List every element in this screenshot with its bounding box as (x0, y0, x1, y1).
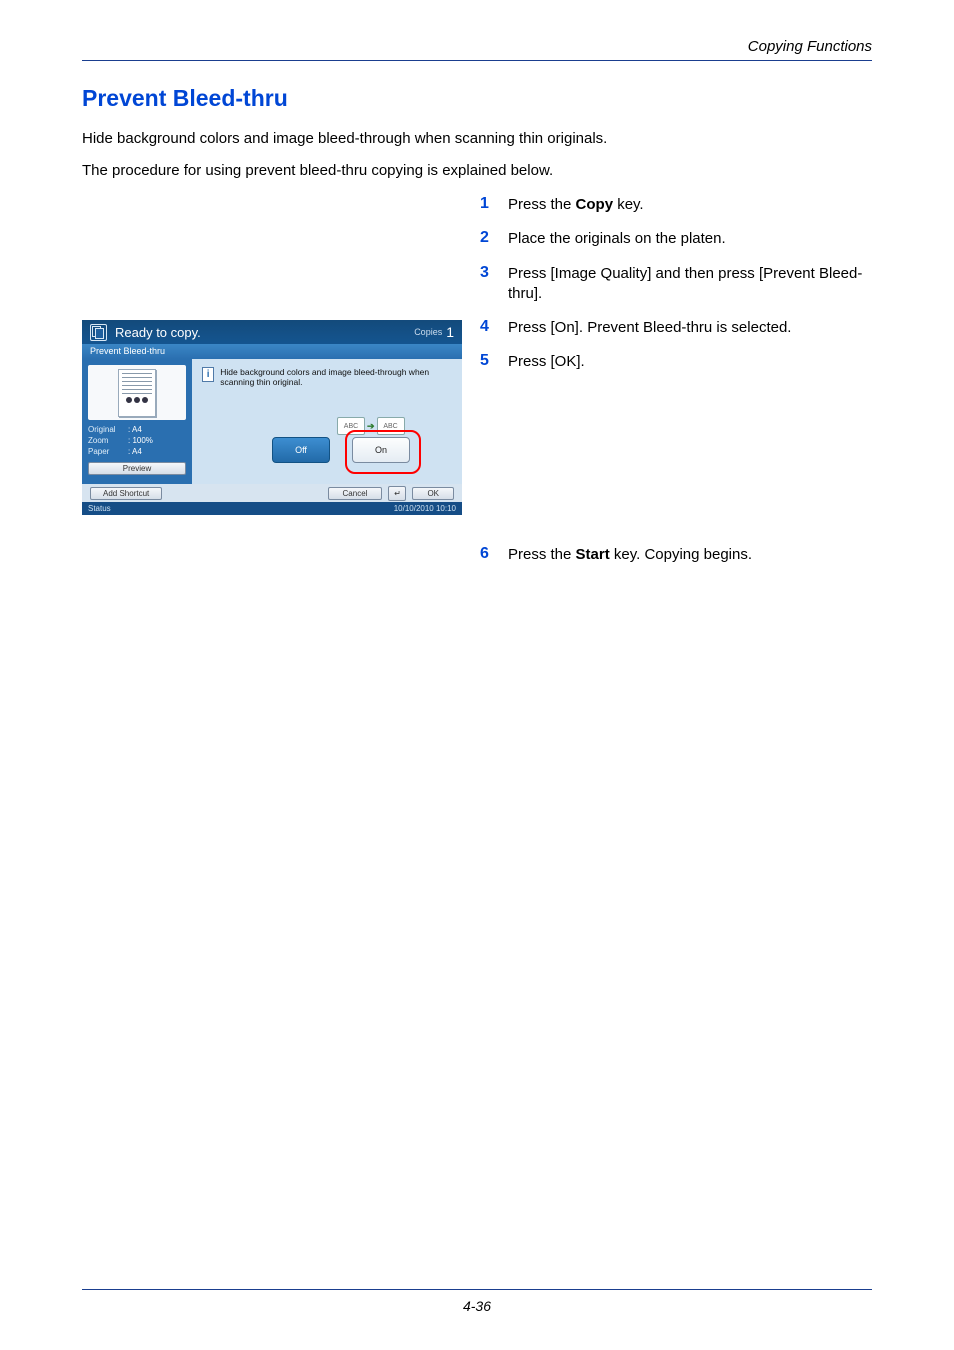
status-timestamp: 10/10/2010 10:10 (394, 504, 456, 513)
status-label: Status (88, 504, 111, 513)
preview-box (88, 365, 186, 420)
copies-label: Copies (414, 327, 442, 337)
meta-block: Original : A4 Zoom : 100% Paper : A4 (88, 424, 186, 458)
option-buttons: Off On (272, 437, 410, 463)
panel-bottom-bar: Add Shortcut Cancel ↵ OK (82, 484, 462, 502)
panel-sidebar: Original : A4 Zoom : 100% Paper : A4 Previe… (82, 359, 192, 484)
abc-before: ABC (337, 417, 365, 435)
off-button[interactable]: Off (272, 437, 330, 463)
header-rule (82, 60, 872, 61)
meta-original-v: : A4 (128, 424, 142, 435)
step-text: Press [Image Quality] and then press [Pr… (508, 264, 872, 305)
meta-zoom-v: : 100% (128, 435, 153, 446)
add-shortcut-button[interactable]: Add Shortcut (90, 487, 162, 500)
step-3: 3 Press [Image Quality] and then press [… (480, 264, 872, 305)
step-5: 5 Press [OK]. (480, 352, 872, 372)
panel-tab: Prevent Bleed-thru (82, 344, 462, 359)
panel-titlebar: Ready to copy. Copies 1 (82, 320, 462, 344)
step-text: Place the originals on the platen. (508, 229, 872, 249)
preview-page-icon (118, 369, 156, 417)
step-text: Press the Copy key. (508, 195, 872, 215)
steps-list: 1 Press the Copy key. 2 Place the origin… (480, 195, 872, 387)
step-6: 6 Press the Start key. Copying begins. (480, 545, 872, 579)
step-number: 3 (480, 264, 508, 305)
info-row: i Hide background colors and image bleed… (202, 367, 452, 387)
page-title: Prevent Bleed-thru (82, 85, 288, 112)
panel-body: Original : A4 Zoom : 100% Paper : A4 Previe… (82, 359, 462, 484)
step-1: 1 Press the Copy key. (480, 195, 872, 215)
step-text: Press the Start key. Copying begins. (508, 545, 872, 565)
meta-paper-k: Paper (88, 446, 124, 457)
cancel-button[interactable]: Cancel (328, 487, 383, 500)
bold-copy: Copy (576, 196, 614, 213)
copy-icon (90, 324, 107, 341)
intro-text-1: Hide background colors and image bleed-t… (82, 130, 607, 147)
meta-original-k: Original (88, 424, 124, 435)
page-number: 4-36 (0, 1298, 954, 1314)
step-number: 2 (480, 229, 508, 249)
copies-value: 1 (446, 324, 454, 340)
step-text: Press [On]. Prevent Bleed-thru is select… (508, 318, 872, 338)
preview-button[interactable]: Preview (88, 462, 186, 475)
step-number: 6 (480, 545, 508, 565)
meta-zoom-k: Zoom (88, 435, 124, 446)
abc-illustration: ABC ➔ ABC (337, 417, 405, 435)
footer-rule (82, 1289, 872, 1290)
info-text: Hide background colors and image bleed-t… (220, 367, 452, 387)
on-button-label: On (375, 445, 387, 455)
back-button[interactable]: ↵ (388, 486, 406, 501)
step-2: 2 Place the originals on the platen. (480, 229, 872, 249)
section-label: Copying Functions (748, 38, 872, 55)
step-number: 5 (480, 352, 508, 372)
bold-start: Start (576, 546, 610, 563)
on-button[interactable]: On (352, 437, 410, 463)
info-icon: i (202, 367, 214, 382)
intro-text-2: The procedure for using prevent bleed-th… (82, 162, 553, 179)
ok-button[interactable]: OK (412, 487, 454, 500)
panel-content: i Hide background colors and image bleed… (192, 359, 462, 484)
panel-status-bar: Status 10/10/2010 10:10 (82, 502, 462, 515)
device-panel: Ready to copy. Copies 1 Prevent Bleed-th… (82, 320, 462, 515)
step-number: 1 (480, 195, 508, 215)
panel-title: Ready to copy. (115, 325, 414, 340)
abc-after: ABC (377, 417, 405, 435)
step-text: Press [OK]. (508, 352, 872, 372)
arrow-right-icon: ➔ (367, 421, 375, 432)
step-4: 4 Press [On]. Prevent Bleed-thru is sele… (480, 318, 872, 338)
step-number: 4 (480, 318, 508, 338)
meta-paper-v: : A4 (128, 446, 142, 457)
